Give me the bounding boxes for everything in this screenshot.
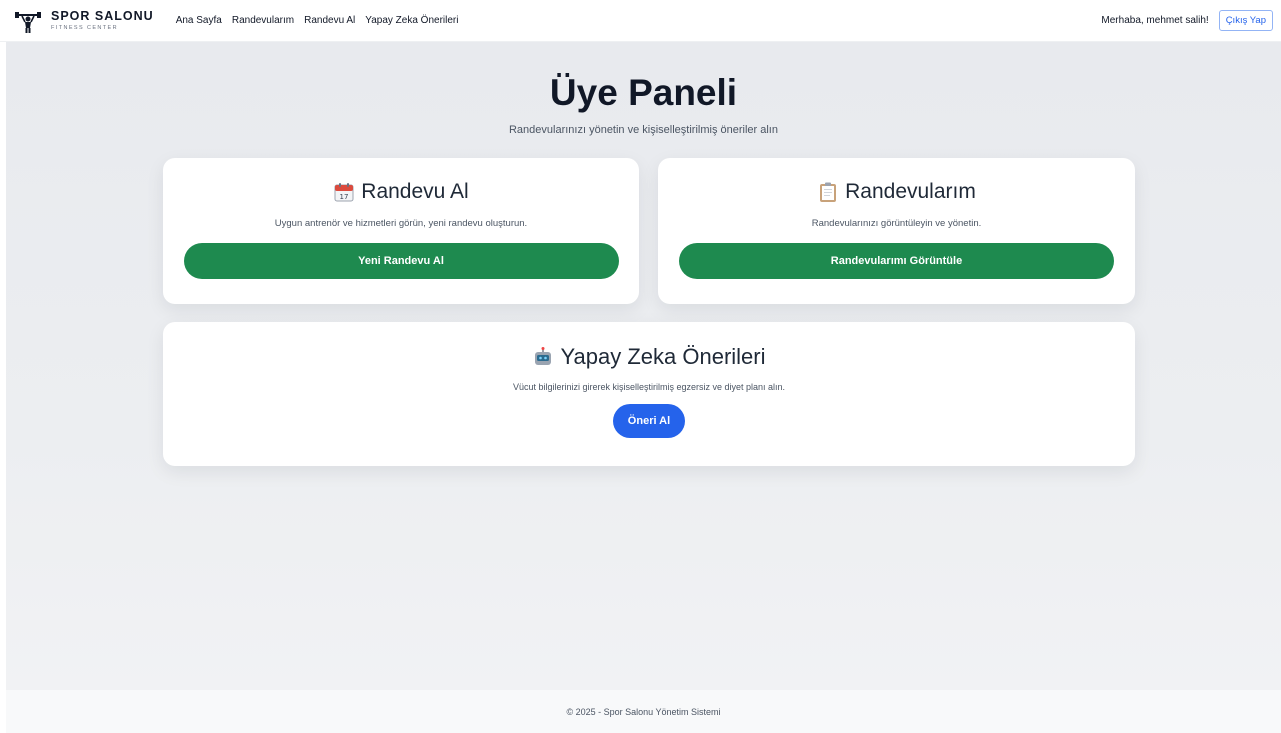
my-appointments-card-description: Randevularınızı görüntüleyin ve yönetin.	[811, 218, 982, 229]
user-greeting: Merhaba, mehmet salih!	[1101, 15, 1209, 26]
svg-text:17: 17	[340, 193, 349, 201]
my-appointments-card: Randevularım Randevularınızı görüntüleyi…	[658, 158, 1135, 304]
brand[interactable]: SPOR SALONU FITNESS CENTER	[14, 9, 154, 33]
nav-link-home[interactable]: Ana Sayfa	[176, 15, 222, 26]
ai-card-title-text: Yapay Zeka Önerileri	[560, 344, 766, 369]
appointment-card-description: Uygun antrenör ve hizmetleri görün, yeni…	[274, 218, 528, 229]
nav-link-book-appointment[interactable]: Randevu Al	[304, 15, 355, 26]
my-appointments-card-title: Randevularım	[658, 180, 1135, 204]
main-content: Üye Paneli Randevularınızı yönetin ve ki…	[6, 42, 1281, 690]
dumbbell-lifter-icon	[15, 11, 41, 33]
nav-link-ai-recommendations[interactable]: Yapay Zeka Önerileri	[365, 15, 458, 26]
appointment-card: 17 Randevu Al Uygun antrenör ve hizmetle…	[163, 158, 639, 304]
nav-right: Merhaba, mehmet salih! Çıkış Yap	[1101, 10, 1273, 31]
robot-icon	[535, 347, 552, 365]
nav-links: Ana Sayfa Randevularım Randevu Al Yapay …	[176, 15, 459, 26]
ai-card-title: Yapay Zeka Önerileri	[163, 344, 1135, 370]
clipboard-icon	[820, 182, 837, 202]
page-subtitle: Randevularınızı yönetin ve kişiselleştir…	[508, 124, 778, 136]
page-title: Üye Paneli	[549, 72, 738, 113]
footer: © 2025 - Spor Salonu Yönetim Sistemi	[6, 690, 1281, 733]
nav-link-my-appointments[interactable]: Randevularım	[232, 15, 294, 26]
logout-button[interactable]: Çıkış Yap	[1218, 10, 1273, 31]
new-appointment-button[interactable]: Yeni Randevu Al	[183, 243, 619, 279]
navbar: SPOR SALONU FITNESS CENTER Ana Sayfa Ran…	[0, 0, 1281, 42]
brand-name: SPOR SALONU	[51, 9, 154, 23]
get-recommendation-button[interactable]: Öneri Al	[612, 404, 686, 438]
brand-tagline: FITNESS CENTER	[51, 24, 118, 31]
ai-card-description: Vücut bilgilerinizi girerek kişiselleşti…	[512, 382, 786, 392]
my-appointments-card-title-text: Randevularım	[845, 180, 976, 203]
calendar-icon: 17	[334, 183, 354, 202]
appointment-card-title: 17 Randevu Al	[163, 180, 639, 204]
appointment-card-title-text: Randevu Al	[361, 180, 469, 203]
footer-text: © 2025 - Spor Salonu Yönetim Sistemi	[566, 706, 721, 717]
ai-recommendations-card: Yapay Zeka Önerileri Vücut bilgilerinizi…	[163, 322, 1135, 466]
view-appointments-button[interactable]: Randevularımı Görüntüle	[679, 243, 1114, 279]
